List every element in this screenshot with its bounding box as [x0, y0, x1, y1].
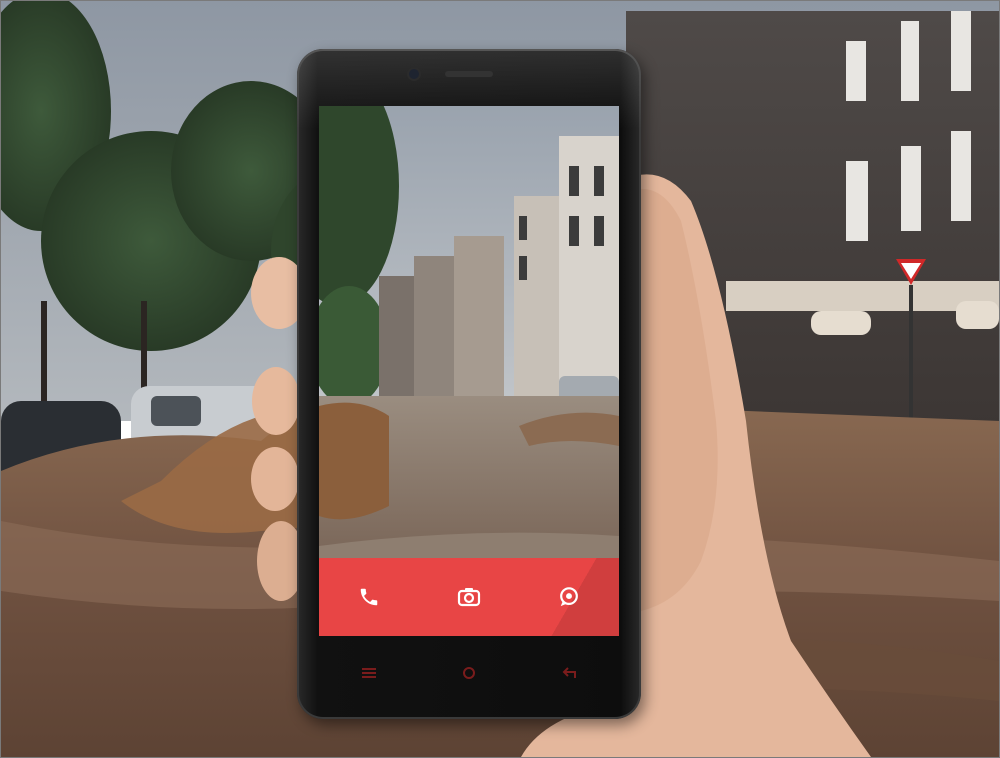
earpiece-speaker — [445, 71, 493, 77]
photo-frame — [0, 0, 1000, 758]
smartphone — [297, 49, 641, 719]
screen-photo — [319, 106, 619, 558]
back-key-icon[interactable] — [557, 663, 581, 683]
front-camera — [409, 69, 419, 79]
camera-icon[interactable] — [449, 577, 489, 617]
home-key-icon[interactable] — [457, 663, 481, 683]
hardware-nav-keys — [357, 661, 581, 685]
phone-icon[interactable] — [349, 577, 389, 617]
action-bar — [319, 558, 619, 636]
menu-key-icon[interactable] — [357, 663, 381, 683]
chat-icon[interactable] — [549, 577, 589, 617]
phone-screen — [319, 106, 619, 636]
